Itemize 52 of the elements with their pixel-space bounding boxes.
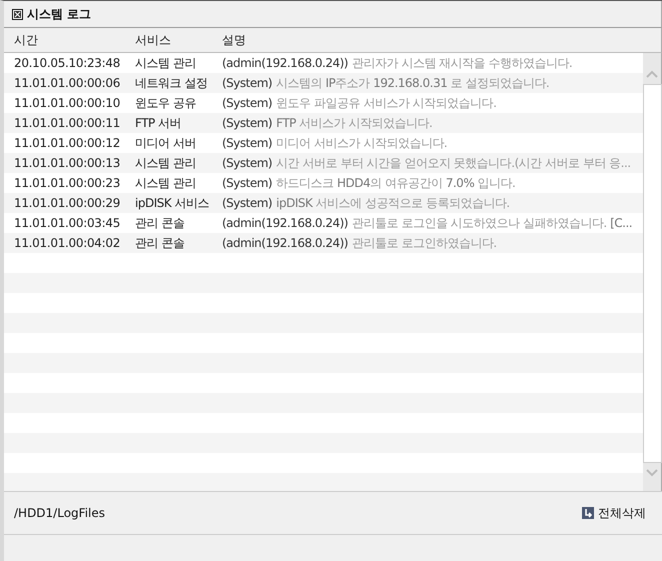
time-cell-text: 11.01.01.00:00:06 [13,75,122,92]
source-text: (System) [222,155,272,172]
folder-path: /HDD1/LogFiles [14,505,105,522]
service-cell-text: FTP 서버 [135,115,182,132]
time-cell-text: 11.01.01.00:03:45 [13,215,122,232]
source-text: (admin(192.168.0.24)) [222,55,348,72]
service-cell-text: 윈도우 공유 [135,95,197,112]
message-text: 시스템의 IP주소가 192.168.0.31 로 설정되었습니다. [276,75,550,92]
scroll-down-icon[interactable] [646,469,658,477]
window-icon [12,8,23,20]
message-text: 윈도우 파일공유 서비스가 시작되었습니다. [276,95,496,112]
time-cell-text: 11.01.01.00:04:02 [13,235,122,252]
message-text: 관리툴로 로그인하였습니다. [352,235,497,252]
scroll-thumb[interactable] [642,84,662,463]
message-text: 시간 서버로 부터 시간을 얻어오지 못했습니다.(시간 서버로 부터 응... [276,155,631,172]
message-text: 관리툴로 로그인을 시도하였으나 실패하였습니다. [C... [352,215,632,232]
service-cell-text: 관리 콘솔 [135,215,186,232]
scroll-up-icon[interactable] [646,70,658,78]
scrollbar[interactable] [643,53,662,491]
delete-all-button[interactable]: 전체삭제 [582,504,646,522]
message-text: 관리자가 시스템 재시작을 수행하였습니다. [352,55,572,72]
service-cell-text: 네트워크 설정 [135,75,208,92]
source-text: (System) [222,115,272,132]
column-header[interactable]: 시간 [4,31,135,49]
column-header[interactable]: 서비스 [135,31,222,49]
source-text: (admin(192.168.0.24)) [222,215,348,232]
source-text: (System) [222,75,272,92]
column-header[interactable]: 설명 [222,31,661,49]
source-text: (admin(192.168.0.24)) [222,235,348,252]
window-title: 시스템 로그 [27,6,92,23]
return-arrow-icon [582,507,594,519]
time-cell-text: 11.01.01.00:00:12 [13,135,122,152]
time-cell-text: 11.01.01.00:00:29 [13,195,122,212]
time-cell-text: 20.10.05.10:23:48 [13,55,122,72]
service-cell-text: ipDISK 서비스 [135,195,210,212]
source-text: (System) [222,95,272,112]
source-text: (System) [222,175,272,192]
time-cell-text: 11.01.01.00:00:23 [13,175,122,192]
message-text: FTP 서비스가 시작되었습니다. [276,115,432,132]
source-text: (System) [222,195,272,212]
time-cell-text: 11.01.01.00:00:10 [13,95,122,112]
source-text: (System) [222,135,272,152]
message-text: 하드디스크 HDD4의 여유공간이 7.0% 입니다. [276,175,516,192]
service-cell-text: 관리 콘솔 [135,235,186,252]
time-cell-text: 11.01.01.00:00:11 [13,115,122,132]
time-cell-text: 11.01.01.00:00:13 [13,155,122,172]
message-text: 미디어 서비스가 시작되었습니다. [276,135,448,152]
service-cell-text: 시스템 관리 [135,155,197,172]
message-text: ipDISK 서비스에 성공적으로 등록되었습니다. [276,195,510,212]
service-cell-text: 시스템 관리 [135,55,197,72]
service-cell-text: 미디어 서버 [135,135,197,152]
service-cell-text: 시스템 관리 [135,175,197,192]
